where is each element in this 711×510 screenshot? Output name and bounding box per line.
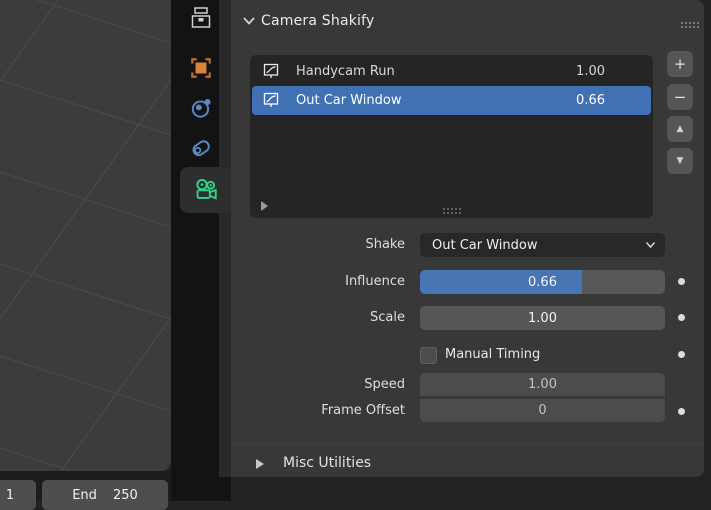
- shake-item-name: Out Car Window: [296, 93, 402, 108]
- panel-title: Camera Shakify: [261, 13, 375, 29]
- triangle-down-icon: ▼: [676, 155, 684, 166]
- speed-value: 1.00: [528, 377, 557, 392]
- influence-animate-dot[interactable]: [678, 278, 685, 285]
- disclosure-triangle-icon: [256, 459, 264, 469]
- end-frame-field[interactable]: End 250: [42, 480, 168, 510]
- object-properties-icon: [191, 58, 211, 78]
- minus-icon: −: [673, 87, 687, 106]
- scale-field[interactable]: 1.00: [420, 306, 665, 330]
- camera-shakify-panel-header[interactable]: Camera Shakify: [231, 8, 704, 36]
- tab-physics-properties[interactable]: [171, 88, 231, 128]
- move-up-button[interactable]: ▲: [667, 116, 693, 142]
- chevron-down-icon: [243, 17, 255, 25]
- scale-label: Scale: [370, 310, 405, 325]
- properties-editor: Camera Shakify Handycam Run 1.00 Out Car…: [231, 0, 704, 477]
- current-frame-value: 1: [5, 487, 15, 503]
- current-frame-field[interactable]: 1: [0, 480, 36, 510]
- shake-dropdown[interactable]: Out Car Window: [420, 233, 665, 257]
- tab-camera-data-properties[interactable]: [180, 167, 231, 213]
- end-frame-value: 250: [112, 487, 138, 503]
- manual-timing-checkbox[interactable]: [420, 347, 437, 364]
- shake-label: Shake: [365, 237, 405, 252]
- triangle-up-icon: ▲: [676, 123, 684, 134]
- speed-field[interactable]: 1.00: [420, 373, 665, 396]
- frame-offset-label: Frame Offset: [321, 403, 405, 418]
- render-properties-icon: [191, 7, 211, 28]
- plus-icon: +: [673, 54, 687, 73]
- tab-object-properties[interactable]: [171, 48, 231, 88]
- physics-properties-icon: [191, 98, 211, 118]
- subpanel-separator: [231, 443, 704, 444]
- fcurve-icon: [263, 92, 279, 107]
- end-frame-label: End: [72, 487, 97, 503]
- fcurve-icon: [263, 63, 279, 78]
- frame-offset-field[interactable]: 0: [420, 399, 665, 422]
- frame-offset-value: 0: [538, 403, 547, 418]
- manual-timing-animate-dot[interactable]: [678, 351, 685, 358]
- list-resize-grip-icon[interactable]: [443, 208, 445, 210]
- remove-shake-button[interactable]: −: [667, 84, 693, 110]
- shake-list: Handycam Run 1.00 Out Car Window 0.66: [250, 55, 653, 218]
- constraint-properties-icon: [192, 140, 210, 157]
- manual-timing-label: Manual Timing: [445, 347, 541, 362]
- shake-list-row[interactable]: Handycam Run 1.00: [252, 57, 651, 86]
- frame-offset-animate-dot[interactable]: [678, 408, 685, 415]
- shake-item-name: Handycam Run: [296, 64, 395, 79]
- camera-data-icon: [195, 179, 217, 200]
- shake-dropdown-value: Out Car Window: [432, 237, 538, 253]
- scale-value: 1.00: [528, 310, 557, 326]
- influence-label: Influence: [345, 274, 405, 289]
- panel-drag-grip-icon[interactable]: [681, 22, 683, 24]
- misc-utilities-title: Misc Utilities: [283, 455, 372, 471]
- tab-constraint-properties[interactable]: [171, 128, 231, 168]
- tab-render-properties[interactable]: [171, 0, 231, 38]
- influence-value: 0.66: [528, 274, 557, 290]
- list-filter-disclosure-triangle[interactable]: [261, 201, 268, 211]
- chevron-down-icon: [645, 241, 656, 249]
- properties-tab-strip: [171, 0, 231, 501]
- speed-label: Speed: [364, 377, 405, 392]
- scale-animate-dot[interactable]: [678, 314, 685, 321]
- shake-list-row[interactable]: Out Car Window 0.66: [252, 86, 651, 115]
- influence-slider[interactable]: 0.66: [420, 270, 665, 294]
- add-shake-button[interactable]: +: [667, 51, 693, 77]
- shake-item-influence[interactable]: 0.66: [576, 93, 605, 108]
- move-down-button[interactable]: ▼: [667, 148, 693, 174]
- shake-item-influence[interactable]: 1.00: [576, 64, 605, 79]
- timeline-header: 1 End 250: [0, 471, 171, 510]
- 3d-viewport[interactable]: [0, 0, 171, 471]
- misc-utilities-panel-header[interactable]: Misc Utilities: [231, 452, 704, 477]
- viewport-grid: [0, 0, 171, 471]
